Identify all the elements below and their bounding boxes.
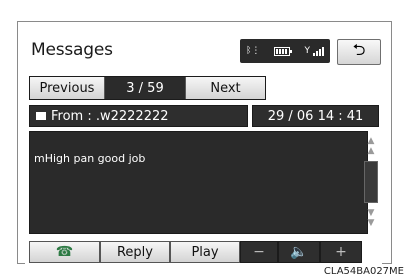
action-bar: ☎ Reply Play − 🔈 + <box>29 241 379 263</box>
sender-label: From : .w2222222 <box>51 108 169 124</box>
back-button[interactable]: ⮌ <box>337 39 381 65</box>
figure-code: CLA54BA027ME <box>323 266 404 277</box>
scroll-down-icon[interactable]: ▼ ▼ <box>368 208 375 228</box>
reply-button[interactable]: Reply <box>100 241 170 263</box>
scrollbar[interactable]: ▲ ▲ ▼ ▼ <box>364 136 378 228</box>
signal-bars-icon: Y <box>305 46 324 56</box>
message-icon <box>36 112 46 120</box>
volume-indicator: 🔈 <box>278 241 320 263</box>
scrollbar-thumb[interactable] <box>364 161 378 203</box>
phone-icon: ☎ <box>55 244 74 260</box>
play-button[interactable]: Play <box>170 241 240 263</box>
call-button[interactable]: ☎ <box>29 241 100 263</box>
back-arrow-icon: ⮌ <box>352 39 366 59</box>
status-bar: ᛒ⋮ Y <box>240 39 330 63</box>
next-button[interactable]: Next <box>185 77 265 99</box>
battery-icon <box>274 46 293 56</box>
messages-screen: Messages ᛒ⋮ Y ⮌ Previous 3 / 59 Next Fro… <box>25 35 382 265</box>
message-datetime: 29 / 06 14 : 41 <box>252 105 379 127</box>
sender-field: From : .w2222222 <box>29 105 248 127</box>
volume-down-button[interactable]: − <box>240 241 278 263</box>
message-text: mHigh pan good job <box>34 152 146 165</box>
volume-up-button[interactable]: + <box>320 241 362 263</box>
page-title: Messages <box>31 40 113 60</box>
scroll-up-icon[interactable]: ▲ ▲ <box>368 136 375 156</box>
bluetooth-icon: ᛒ⋮ <box>246 46 261 56</box>
previous-button[interactable]: Previous <box>30 77 105 99</box>
message-counter: 3 / 59 <box>126 80 164 96</box>
message-body[interactable]: mHigh pan good job <box>29 131 368 234</box>
speaker-icon: 🔈 <box>290 244 308 260</box>
message-navigation: Previous 3 / 59 Next <box>29 76 266 100</box>
